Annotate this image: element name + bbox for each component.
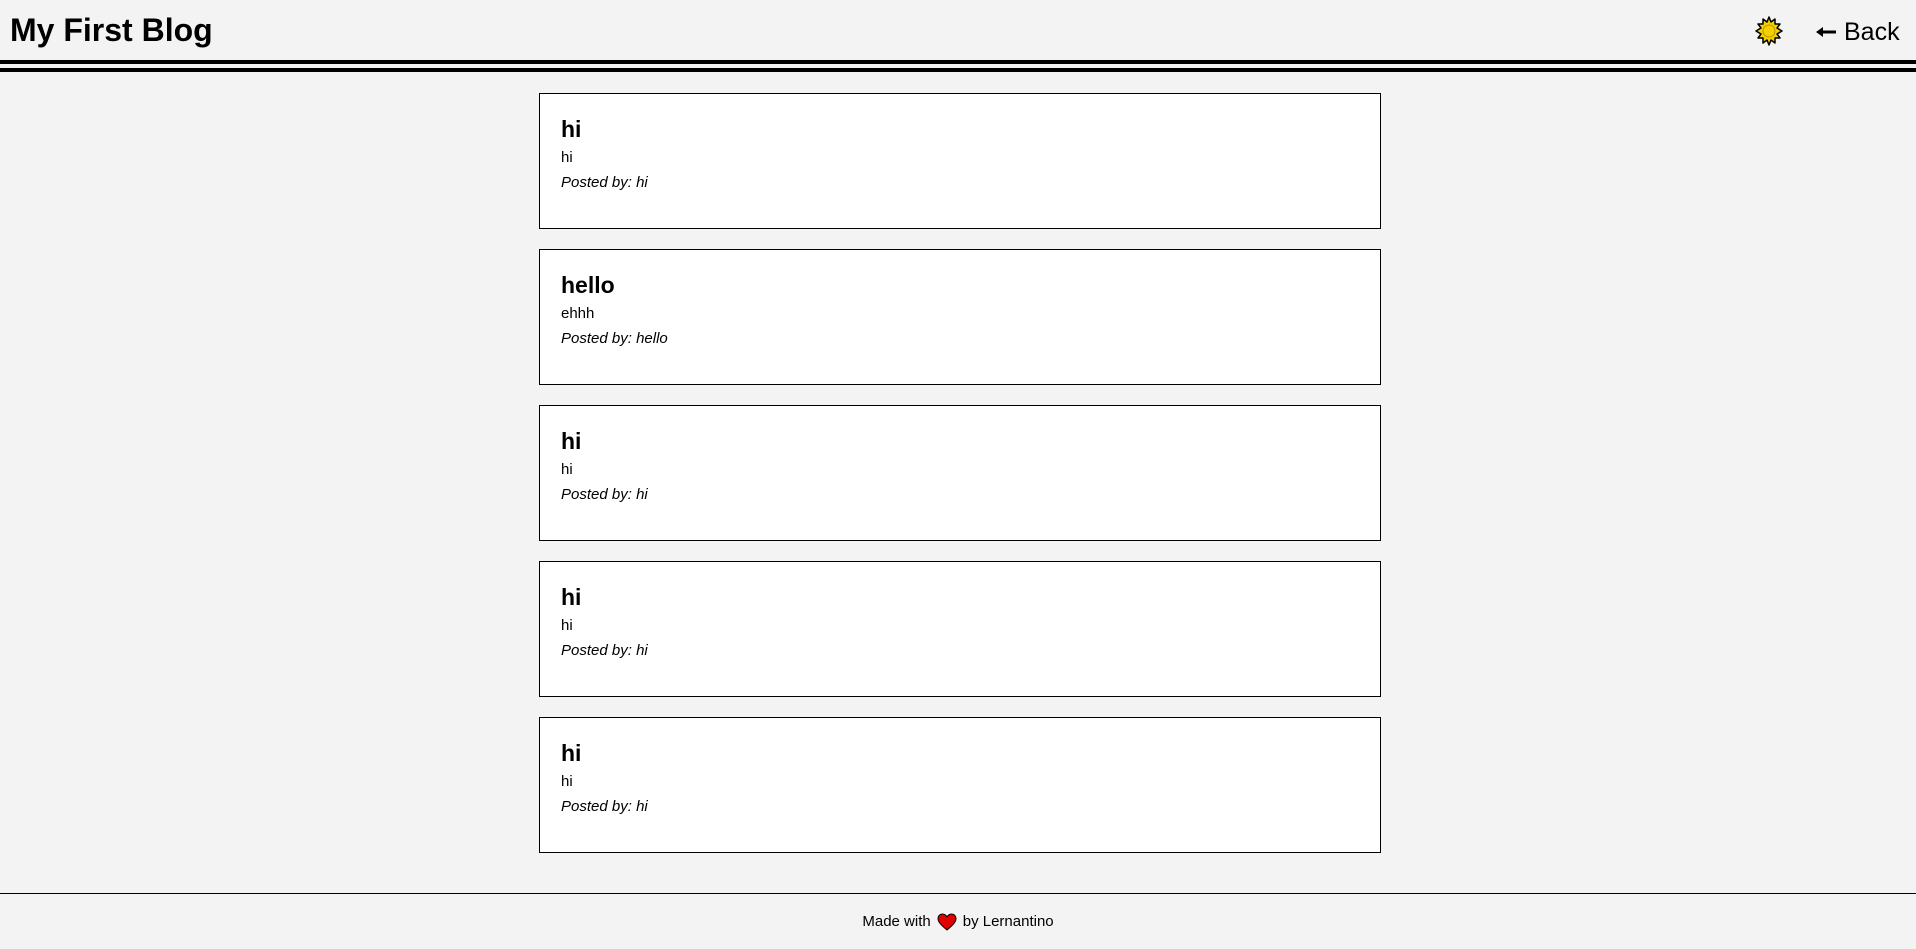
site-title: My First Blog: [10, 12, 213, 48]
arrow-left-icon: [1816, 27, 1836, 37]
post-card[interactable]: hi hi Posted by: hi: [539, 717, 1381, 853]
sun-icon: [1755, 16, 1783, 46]
post-author-name: hello: [636, 330, 668, 347]
post-body: hi: [561, 461, 573, 478]
post-author-name: hi: [636, 486, 648, 503]
footer-author: by Lernantino: [962, 913, 1054, 930]
post-body: hi: [561, 773, 573, 790]
post-author: Posted by: hi: [561, 484, 1360, 506]
post-author-prefix: Posted by:: [561, 174, 632, 191]
header-divider: [0, 60, 1916, 64]
site-header: My First Blog Back: [0, 0, 1916, 72]
site-footer: Made with by Lernantino: [0, 893, 1916, 949]
post-author-name: hi: [636, 174, 648, 191]
post-author: Posted by: hi: [561, 640, 1360, 662]
post-body: ehhh: [561, 305, 595, 322]
post-author-name: hi: [636, 798, 648, 815]
post-card[interactable]: hello ehhh Posted by: hello: [539, 249, 1381, 385]
post-author: Posted by: hi: [561, 172, 1360, 194]
post-author-prefix: Posted by:: [561, 642, 632, 659]
post-list: hi hi Posted by: hi hello ehhh Posted by…: [539, 93, 1381, 873]
post-title: hi: [561, 116, 582, 142]
footer-made-with: Made with: [862, 913, 931, 930]
post-card[interactable]: hi hi Posted by: hi: [539, 561, 1381, 697]
post-author: Posted by: hi: [561, 796, 1360, 818]
post-author-prefix: Posted by:: [561, 330, 632, 347]
post-card[interactable]: hi hi Posted by: hi: [539, 93, 1381, 229]
theme-toggle-button[interactable]: [1754, 16, 1784, 46]
post-title: hello: [561, 272, 615, 298]
post-body: hi: [561, 149, 573, 166]
post-author-name: hi: [636, 642, 648, 659]
post-title: hi: [561, 740, 582, 766]
post-card[interactable]: hi hi Posted by: hi: [539, 405, 1381, 541]
post-title: hi: [561, 584, 582, 610]
post-author-prefix: Posted by:: [561, 486, 632, 503]
post-author-prefix: Posted by:: [561, 798, 632, 815]
post-title: hi: [561, 428, 582, 454]
post-author: Posted by: hello: [561, 328, 1360, 350]
back-link[interactable]: Back: [1816, 16, 1900, 48]
header-divider: [0, 68, 1916, 72]
heart-icon: [937, 912, 957, 931]
back-label: Back: [1844, 17, 1900, 46]
post-body: hi: [561, 617, 573, 634]
